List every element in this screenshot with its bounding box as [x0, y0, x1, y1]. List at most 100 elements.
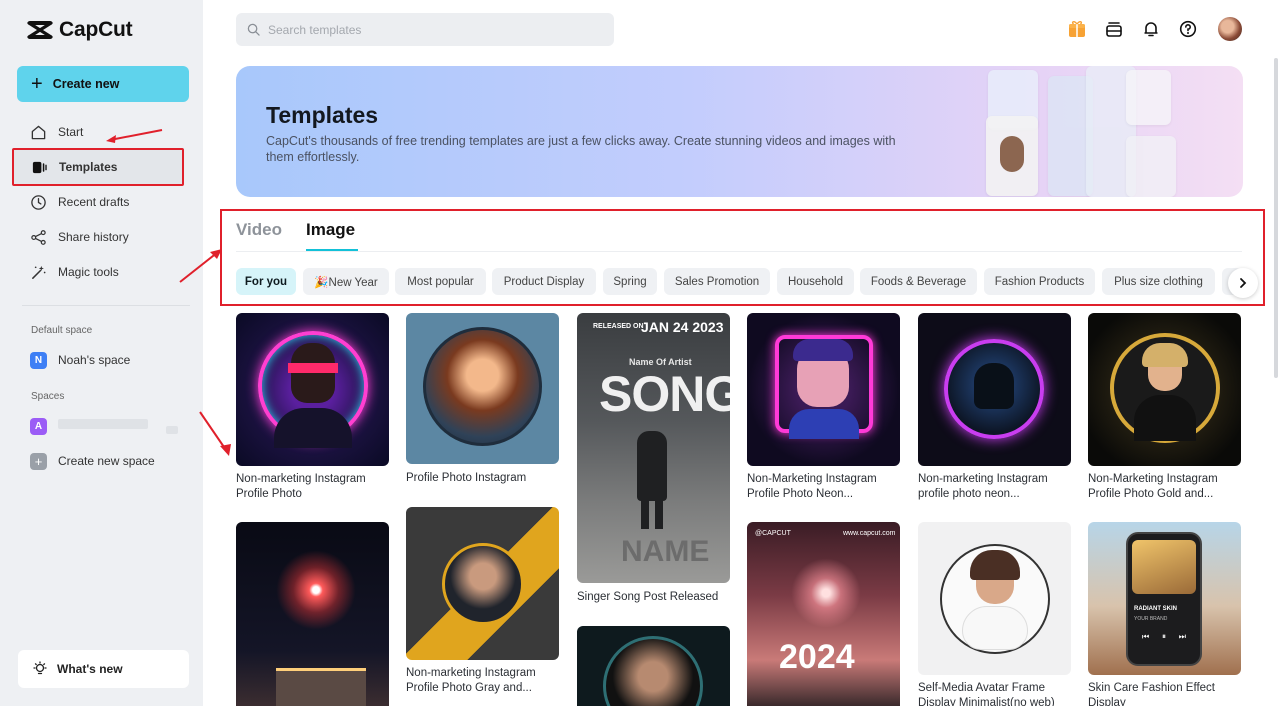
- chip-foods-beverage[interactable]: Foods & Beverage: [860, 268, 977, 295]
- capcut-logo[interactable]: CapCut: [27, 18, 133, 42]
- banner-title: Templates: [266, 102, 379, 128]
- create-new-button[interactable]: + Create new: [17, 66, 189, 102]
- sidebar-item-start[interactable]: Start: [30, 121, 83, 143]
- templates-banner: Templates CapCut's thousands of free tre…: [236, 66, 1243, 197]
- tab-image[interactable]: Image: [306, 220, 355, 240]
- search-input[interactable]: [268, 22, 588, 37]
- visor: [288, 363, 338, 373]
- gift-icon[interactable]: [1067, 19, 1087, 39]
- template-thumbnail: [236, 522, 389, 706]
- tab-video[interactable]: Video: [236, 220, 282, 240]
- template-thumbnail: [747, 313, 900, 466]
- portrait-circle: [603, 636, 703, 706]
- bell-icon[interactable]: [1141, 19, 1161, 39]
- overlay-name: NAME: [621, 535, 710, 568]
- capcut-app: CapCut + Create new Start Templates Rece…: [0, 0, 1280, 706]
- sidebar-item-share-history[interactable]: Share history: [30, 226, 129, 248]
- annotation-arrow-tabs: [179, 249, 222, 283]
- search-bar[interactable]: [236, 13, 614, 46]
- chip-fashion-products[interactable]: Fashion Products: [984, 268, 1095, 295]
- spaces-label: Spaces: [31, 391, 65, 402]
- template-card[interactable]: [236, 522, 389, 706]
- sidebar-item-templates[interactable]: Templates: [12, 148, 184, 186]
- template-card[interactable]: RADIANT SKIN YOUR BRAND ⏮ ⏸ ⏭ Skin Care Fa…: [1088, 522, 1241, 706]
- banner-decor-card: [1126, 136, 1176, 197]
- template-card[interactable]: Profile Photo Instagram: [406, 313, 559, 503]
- portrait-hair: [1142, 343, 1188, 367]
- template-thumbnail: [577, 626, 730, 706]
- template-thumbnail: [406, 507, 559, 660]
- template-thumbnail: @CAPCUT www.capcut.com 2024: [747, 522, 900, 706]
- hooded-figure: [974, 363, 1014, 409]
- create-space-label: Create new space: [58, 454, 155, 468]
- template-card[interactable]: Non-marketing Instagram Profile Photo Gr…: [406, 507, 559, 697]
- user-avatar[interactable]: [1218, 17, 1242, 41]
- whats-new-button[interactable]: What's new: [18, 650, 189, 688]
- space-name: Noah's space: [58, 353, 131, 367]
- template-card[interactable]: Non-marketing Instagram profile photo ne…: [918, 313, 1071, 503]
- chip-new-year[interactable]: 🎉New Year: [303, 268, 389, 295]
- template-caption: Non-marketing Instagram profile photo ne…: [918, 473, 1048, 500]
- template-card[interactable]: Non-marketing Instagram Profile Photo: [236, 313, 389, 503]
- template-card[interactable]: [577, 626, 730, 706]
- space-badge: A: [30, 417, 47, 435]
- create-new-label: Create new: [52, 77, 120, 91]
- overlay-site: www.capcut.com: [843, 530, 896, 537]
- firework-burst: [791, 558, 861, 628]
- cartoon-hair: [793, 339, 853, 361]
- previous-icon: ⏮: [1142, 632, 1150, 641]
- overlay-released-on: RELEASED ON: [593, 323, 644, 330]
- overlay-song-title: SONG: [599, 366, 730, 422]
- chip-for-you[interactable]: For you: [236, 268, 296, 295]
- share-icon: [31, 229, 46, 245]
- annotation-arrow-templates: [106, 129, 163, 143]
- space-item-noah[interactable]: N Noah's space: [30, 349, 130, 371]
- chip-product-display[interactable]: Product Display: [492, 268, 596, 295]
- overlay-brand: @CAPCUT: [755, 530, 791, 537]
- next-icon: ⏭: [1178, 632, 1186, 641]
- capcut-logo-icon: [27, 21, 53, 39]
- sidebar-item-label: Share history: [58, 230, 129, 244]
- banner-decor-card: [1126, 70, 1171, 125]
- template-caption: Profile Photo Instagram: [406, 472, 527, 484]
- home-icon: [31, 125, 46, 139]
- chip-spring[interactable]: Spring: [603, 268, 657, 295]
- walking-figure-leg: [641, 499, 649, 529]
- template-card[interactable]: Non-Marketing Instagram Profile Photo Ne…: [747, 313, 900, 503]
- chip-plus-size-clothing[interactable]: Plus size clothing: [1102, 268, 1215, 295]
- scrollbar[interactable]: [1274, 58, 1278, 378]
- template-caption: Self-Media Avatar Frame Display Minimali…: [918, 682, 1055, 706]
- sidebar-item-recent-drafts[interactable]: Recent drafts: [30, 191, 129, 213]
- chip-most-popular[interactable]: Most popular: [395, 268, 486, 295]
- space-item-a[interactable]: A: [30, 415, 47, 437]
- overlay-your-brand: YOUR BRAND: [1134, 616, 1168, 622]
- search-icon: [247, 23, 260, 36]
- create-new-space-button[interactable]: + Create new space: [30, 450, 155, 472]
- template-card[interactable]: Non-Marketing Instagram Profile Photo Go…: [1088, 313, 1241, 503]
- template-card[interactable]: @CAPCUT www.capcut.com 2024: [747, 522, 900, 706]
- portrait-circle: [442, 543, 524, 625]
- inbox-icon[interactable]: [1104, 19, 1124, 39]
- chip-sales-promotion[interactable]: Sales Promotion: [664, 268, 770, 295]
- sidebar-item-label: Start: [58, 125, 84, 139]
- template-thumbnail: [1088, 313, 1241, 466]
- help-icon[interactable]: [1178, 19, 1198, 39]
- sidebar-item-magic-tools[interactable]: Magic tools: [30, 261, 119, 283]
- chips-next-button[interactable]: [1228, 268, 1258, 298]
- blurred-space-meta: [166, 426, 178, 434]
- template-card[interactable]: RELEASED ON JAN 24 2023 Name Of Artist S…: [577, 313, 730, 613]
- space-badge: N: [30, 351, 47, 369]
- house-lights: [276, 668, 366, 671]
- chip-household[interactable]: Household: [777, 268, 854, 295]
- magic-wand-icon: [32, 265, 46, 279]
- template-thumbnail: [406, 313, 559, 464]
- blurred-space-name: [58, 419, 148, 429]
- template-caption: Non-Marketing Instagram Profile Photo Go…: [1088, 473, 1218, 500]
- portrait-body: [1134, 395, 1196, 441]
- templates-icon: [32, 161, 47, 173]
- template-caption: Non-Marketing Instagram Profile Photo Ne…: [747, 473, 877, 500]
- template-card[interactable]: Self-Media Avatar Frame Display Minimali…: [918, 522, 1071, 706]
- logo-text: CapCut: [59, 18, 133, 41]
- portrait-figure: [291, 343, 335, 403]
- template-caption: Skin Care Fashion Effect Display: [1088, 682, 1215, 706]
